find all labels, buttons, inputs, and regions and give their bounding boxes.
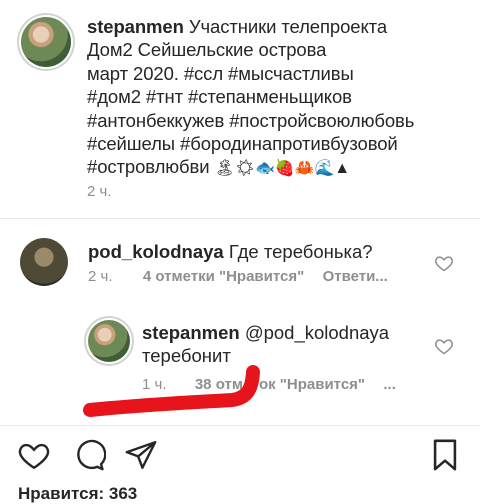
like-heart-icon[interactable] [16,438,52,472]
bookmark-icon[interactable] [430,438,460,472]
comment-bubble-icon[interactable] [72,438,106,472]
share-send-icon[interactable] [124,438,158,472]
actions-divider [0,425,480,426]
red-annotation-stroke [83,365,260,417]
likes-count[interactable]: Нравится: 363 [18,484,137,504]
